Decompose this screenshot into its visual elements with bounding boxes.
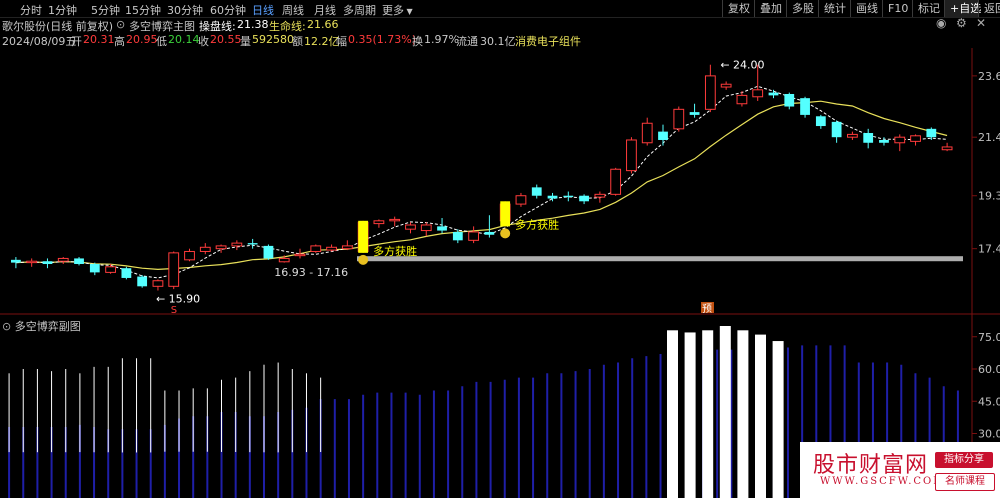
- candle-body-up: [704, 75, 716, 110]
- candle-body-down: [831, 121, 842, 138]
- price-tick-label: 23.6: [978, 70, 1000, 83]
- candle-body-up: [673, 108, 685, 130]
- sub-tick-label: 75.0: [978, 331, 1000, 344]
- signal-bar: [500, 201, 511, 227]
- low-price-label: ← 15.90: [156, 292, 200, 305]
- pre-marker: 预: [702, 303, 712, 315]
- white-forecast-bar: [702, 330, 714, 498]
- range-label: 16.93 - 17.16: [274, 266, 348, 279]
- sub-indicator-name[interactable]: 多空博弈副图: [15, 320, 81, 333]
- candle-body-up: [736, 94, 748, 105]
- candle-body-up: [752, 89, 764, 98]
- candle-body-up: [294, 253, 306, 257]
- candle-body-down: [42, 261, 53, 265]
- candle-body-down: [815, 116, 826, 127]
- watermark-tag-share: 指标分享: [935, 452, 993, 468]
- white-forecast-bar: [772, 341, 784, 498]
- candle-body-up: [278, 257, 290, 263]
- candle-body-up: [341, 245, 353, 250]
- candle-body-down: [579, 195, 589, 202]
- sub-indicator-header: ⊙ 多空博弈副图: [2, 318, 81, 334]
- candle-body-up: [184, 250, 195, 261]
- candle-body-up: [168, 252, 180, 287]
- high-price-label: ← 24.00: [720, 59, 764, 72]
- win-signal-label: 多方获胜: [515, 217, 559, 231]
- life-line: [15, 100, 948, 271]
- candle-body-up: [626, 139, 637, 172]
- candle-body-up: [420, 224, 432, 232]
- win-signal-label: 多方获胜: [373, 244, 417, 258]
- candle-body-up: [894, 136, 906, 144]
- candle-body-down: [689, 112, 700, 115]
- watermark-title: 股市财富网: [813, 453, 929, 478]
- candle-body-down: [121, 268, 132, 278]
- candle-body-down: [10, 259, 21, 263]
- support-band: [357, 256, 963, 262]
- op-line: [15, 85, 948, 279]
- candle-body-down: [547, 195, 558, 199]
- kline-chart[interactable]: 17.419.321.423.675.060.045.030.0 多方获胜多方获…: [0, 0, 1000, 498]
- s-marker: S: [171, 305, 177, 316]
- candle-body-up: [910, 135, 921, 142]
- candle-body-down: [800, 98, 810, 115]
- candle-body-up: [326, 246, 337, 251]
- candle-body-up: [515, 195, 527, 205]
- candle-body-up: [720, 83, 732, 88]
- candle-body-up: [152, 280, 164, 287]
- sub-tick-label: 45.0: [978, 395, 1000, 408]
- candle-body-down: [768, 92, 779, 96]
- candle-body-up: [310, 245, 322, 252]
- candle-body-down: [74, 258, 84, 265]
- candle-body-up: [594, 193, 606, 198]
- candle-body-down: [879, 139, 889, 143]
- candle-body-down: [137, 276, 148, 287]
- price-tick-label: 21.4: [978, 131, 1000, 144]
- candle-body-down: [784, 93, 795, 107]
- candle-body-down: [863, 133, 874, 143]
- candle-body-up: [373, 220, 385, 225]
- money-bag-icon: [500, 228, 511, 239]
- candle-body-up: [405, 224, 416, 230]
- candle-body-up: [215, 245, 227, 250]
- white-forecast-bar: [737, 330, 749, 498]
- candle-body-up: [389, 218, 401, 222]
- price-tick-label: 19.3: [978, 190, 1000, 203]
- candle-body-down: [926, 128, 937, 138]
- white-forecast-bar: [667, 330, 678, 498]
- candle-body-up: [57, 257, 69, 262]
- candle-body-down: [437, 226, 447, 231]
- white-forecast-bar: [755, 334, 766, 498]
- candle-body-up: [105, 266, 116, 273]
- candle-body-down: [263, 245, 274, 259]
- sub-tick-label: 60.0: [978, 363, 1000, 376]
- candle-body-up: [231, 242, 243, 247]
- candle-body-down: [531, 187, 542, 196]
- candle-body-down: [658, 131, 668, 140]
- candle-body-down: [563, 195, 574, 198]
- candle-body-up: [26, 260, 38, 264]
- sub-tick-label: 30.0: [978, 428, 1000, 441]
- watermark-url: WWW.GSCFW.COM: [820, 476, 946, 487]
- candle-body-down: [89, 264, 100, 273]
- money-bag-icon: [358, 254, 369, 265]
- candle-body-down: [247, 243, 258, 245]
- candle-body-down: [484, 231, 495, 235]
- candle-body-up: [468, 231, 480, 241]
- candle-body-down: [452, 231, 463, 241]
- signal-bar: [358, 220, 369, 253]
- white-forecast-bar: [684, 332, 696, 498]
- candle-body-up: [847, 133, 858, 138]
- candle-body-up: [641, 122, 653, 144]
- price-tick-label: 17.4: [978, 243, 1000, 256]
- candle-body-up: [199, 246, 211, 252]
- white-forecast-bar: [719, 326, 731, 498]
- candle-body-up: [941, 146, 953, 151]
- watermark-tag-course: 名师课程: [935, 473, 995, 491]
- sub-toggle-icon[interactable]: ⊙: [2, 320, 11, 333]
- candle-body-up: [610, 168, 622, 195]
